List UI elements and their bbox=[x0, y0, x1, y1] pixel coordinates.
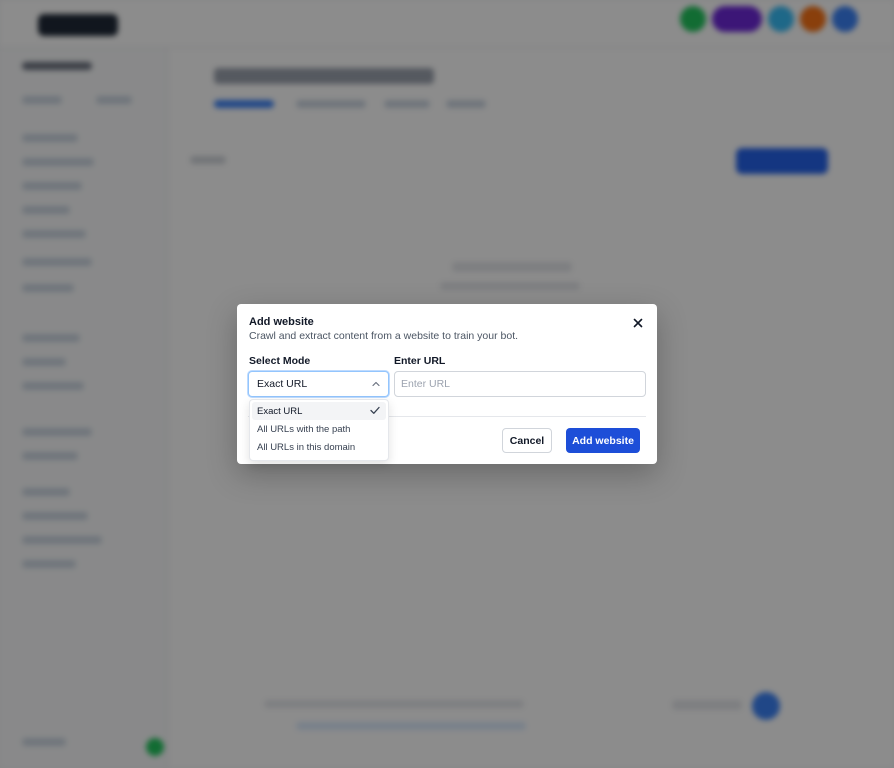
mode-label: Select Mode bbox=[249, 355, 311, 367]
checkmark-icon bbox=[370, 406, 380, 414]
url-input[interactable] bbox=[394, 371, 646, 397]
option-label: All URLs in this domain bbox=[257, 441, 356, 453]
cancel-button[interactable]: Cancel bbox=[502, 428, 552, 453]
modal-title: Add website bbox=[249, 316, 314, 328]
add-website-button[interactable]: Add website bbox=[566, 428, 640, 453]
chevron-up-icon bbox=[372, 381, 380, 387]
option-label: All URLs with the path bbox=[257, 423, 351, 435]
url-label: Enter URL bbox=[394, 355, 446, 367]
mode-select[interactable]: Exact URL bbox=[248, 371, 389, 397]
option-label: Exact URL bbox=[257, 405, 303, 417]
close-icon bbox=[633, 318, 643, 328]
close-button[interactable] bbox=[630, 315, 646, 331]
mode-option-all-urls-path[interactable]: All URLs with the path bbox=[252, 420, 386, 438]
mode-dropdown: Exact URL All URLs with the path All URL… bbox=[249, 399, 389, 461]
mode-select-value: Exact URL bbox=[257, 378, 308, 390]
mode-option-exact-url[interactable]: Exact URL bbox=[252, 402, 386, 420]
modal-subtitle: Crawl and extract content from a website… bbox=[249, 330, 519, 342]
mode-option-all-urls-domain[interactable]: All URLs in this domain bbox=[252, 438, 386, 456]
